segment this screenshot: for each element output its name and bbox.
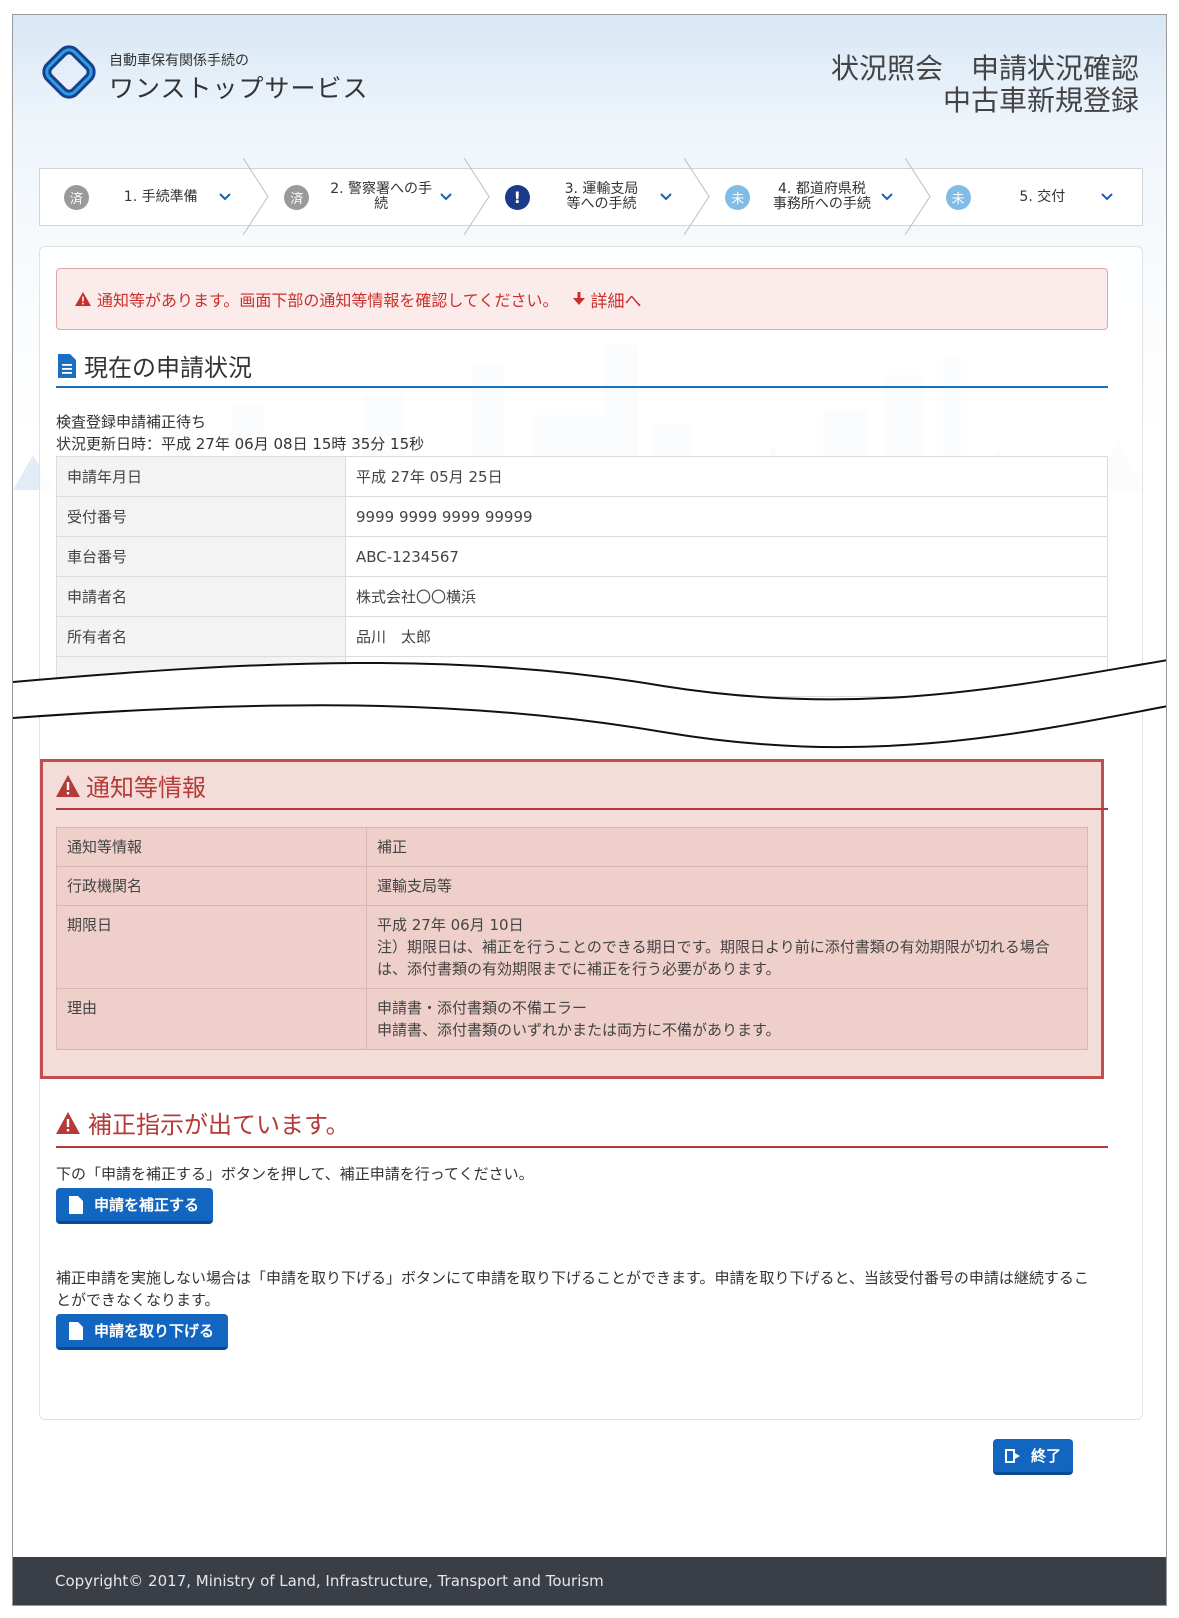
page-title: 状況照会 申請状況確認 中古車新規登録: [831, 53, 1139, 117]
notice-section-title: 通知等情報: [56, 768, 206, 803]
table-row: 期限日 平成 27年 06月 10日注）期限日は、補正を行うことのできる期日です。…: [56, 905, 1088, 989]
row-key: 所有者名: [56, 616, 346, 657]
step-5[interactable]: 未 5. 交付: [922, 169, 1142, 225]
footer: Copyright© 2017, Ministry of Land, Infra…: [13, 1557, 1166, 1605]
arrow-down-icon: [573, 292, 586, 305]
chevron-down-icon: [219, 193, 232, 201]
chevron-down-icon: [660, 193, 672, 201]
row-key: 申請年月日: [56, 456, 346, 497]
step-done-badge: 済: [284, 184, 310, 210]
row-key: 期限日: [56, 905, 367, 989]
exit-button-label: 終了: [1031, 1447, 1062, 1465]
page-title-line1: 状況照会 申請状況確認: [830, 52, 1139, 85]
copyright-text: Copyright© 2017, Ministry of Land, Infra…: [55, 1572, 604, 1590]
row-key: 車台番号: [56, 536, 346, 577]
step-todo-badge: 未: [945, 184, 971, 210]
table-row: 通知等情報 補正: [56, 827, 1088, 867]
table-row: 所有者名 品川 太郎: [56, 616, 1108, 657]
chevron-down-icon: [880, 193, 893, 201]
alert-message: 通知等があります。画面下部の通知等情報を確認してください。: [97, 291, 559, 310]
warning-icon: [56, 774, 80, 797]
page-frame: 自動車保有関係手続の ワンストップサービス 状況照会 申請状況確認 中古車新規登…: [12, 14, 1167, 1606]
step-2[interactable]: 済 2. 警察署への手続: [260, 169, 480, 225]
table-row: 理由 申請書・添付書類の不備エラー申請書、添付書類のいずれかまたは両方に不備があり…: [56, 988, 1088, 1050]
details-link[interactable]: 詳細へ: [590, 287, 641, 312]
correct-application-button[interactable]: 申請を補正する: [56, 1188, 214, 1224]
correction-instruction: 下の「申請を補正する」ボタンを押して、補正申請を行ってください。: [56, 1165, 534, 1183]
sign-out-icon: [1005, 1448, 1020, 1463]
step-alert-badge: !: [504, 184, 530, 210]
table-row: 車台番号 ABC-1234567: [56, 536, 1108, 577]
warning-icon: [56, 1111, 80, 1134]
step-done-badge: 済: [64, 184, 89, 210]
section-divider: [56, 1146, 1108, 1148]
chevron-down-icon: [1101, 193, 1113, 201]
row-key: 申請者名: [56, 576, 346, 617]
correction-heading: 補正指示が出ています。: [88, 1111, 350, 1139]
step-label: 5. 交付: [1019, 188, 1066, 205]
step-label: 3. 運輸支局等への手続: [564, 181, 639, 212]
status-updated: 状況更新日時：平成 27年 06月 08日 15時 35分 15秒: [56, 435, 425, 453]
brand-title: ワンストップサービス: [109, 74, 369, 103]
chevron-down-icon: [440, 193, 452, 201]
document-icon: [58, 353, 76, 378]
status-section-title: 現在の申請状況: [56, 348, 252, 383]
notice-section-heading: 通知等情報: [86, 774, 206, 802]
step-label: 1. 手続準備: [123, 188, 198, 205]
row-value: 運輸支局等: [366, 866, 1088, 906]
document-icon: [69, 1195, 83, 1214]
row-value: 申請書・添付書類の不備エラー: [377, 999, 588, 1017]
row-value: 補正: [366, 827, 1088, 867]
status-section-heading: 現在の申請状況: [84, 354, 252, 382]
step-todo-badge: 未: [725, 184, 751, 210]
table-row: 受付番号 9999 9999 9999 99999: [56, 496, 1108, 537]
step-4[interactable]: 未 4. 都道府県税事務所への手続: [701, 169, 921, 225]
correction-title: 補正指示が出ています。: [56, 1105, 350, 1140]
document-icon: [69, 1321, 83, 1340]
row-key: 行政機関名: [56, 866, 367, 906]
withdraw-instruction: 補正申請を実施しない場合は「申請を取り下げる」ボタンにて申請を取り下げることがで…: [56, 1269, 1089, 1309]
section-divider: [56, 808, 1108, 810]
step-label: 4. 都道府県税事務所への手続: [772, 181, 871, 212]
status-value: 検査登録申請補正待ち: [56, 413, 207, 431]
withdraw-button-label: 申請を取り下げる: [94, 1322, 215, 1340]
omission-break: [13, 659, 1166, 749]
row-key: 通知等情報: [56, 827, 367, 867]
row-value: 品川 太郎: [345, 616, 1108, 657]
notification-alert: 通知等があります。画面下部の通知等情報を確認してください。 詳細へ: [56, 268, 1108, 330]
table-row: 申請年月日 平成 27年 05月 25日: [56, 456, 1108, 497]
brand-subtitle: 自動車保有関係手続の: [109, 53, 249, 69]
section-divider: [56, 386, 1108, 388]
table-row: 申請者名 株式会社〇〇横浜: [56, 576, 1108, 617]
step-label: 2. 警察署への手続: [330, 181, 433, 212]
page-title-line2: 中古車新規登録: [942, 84, 1139, 117]
step-1[interactable]: 済 1. 手続準備: [40, 169, 260, 225]
withdraw-application-button[interactable]: 申請を取り下げる: [56, 1314, 229, 1350]
row-value: 9999 9999 9999 99999: [345, 496, 1108, 537]
status-summary: 検査登録申請補正待ち 状況更新日時：平成 27年 06月 08日 15時 35分…: [56, 411, 424, 455]
table-row: 行政機関名 運輸支局等: [56, 866, 1088, 906]
notice-info-table: 通知等情報 補正 行政機関名 運輸支局等 期限日 平成 27年 06月 10日注）期限…: [56, 827, 1088, 1050]
row-value: 株式会社〇〇横浜: [345, 576, 1108, 617]
row-note: 注）期限日は、補正を行うことのできる期日です。期限日より前に添付書類の有効期限が…: [377, 938, 1050, 978]
exit-button[interactable]: 終了: [993, 1439, 1074, 1475]
row-value: 平成 27年 06月 10日: [377, 916, 524, 934]
warning-icon: [75, 292, 91, 306]
correct-button-label: 申請を補正する: [94, 1196, 200, 1214]
step-3[interactable]: ! 3. 運輸支局等への手続: [481, 169, 701, 225]
row-note: 申請書、添付書類のいずれかまたは両方に不備があります。: [377, 1021, 781, 1039]
progress-steps: 済 1. 手続準備 済 2. 警察署への手続 ! 3. 運輸支局等への手続 未 …: [39, 168, 1143, 226]
row-key: 理由: [56, 988, 367, 1050]
row-key: 受付番号: [56, 496, 346, 537]
logo-icon: [42, 45, 96, 99]
row-value: ABC-1234567: [345, 536, 1108, 577]
row-value: 平成 27年 05月 25日: [345, 456, 1108, 497]
